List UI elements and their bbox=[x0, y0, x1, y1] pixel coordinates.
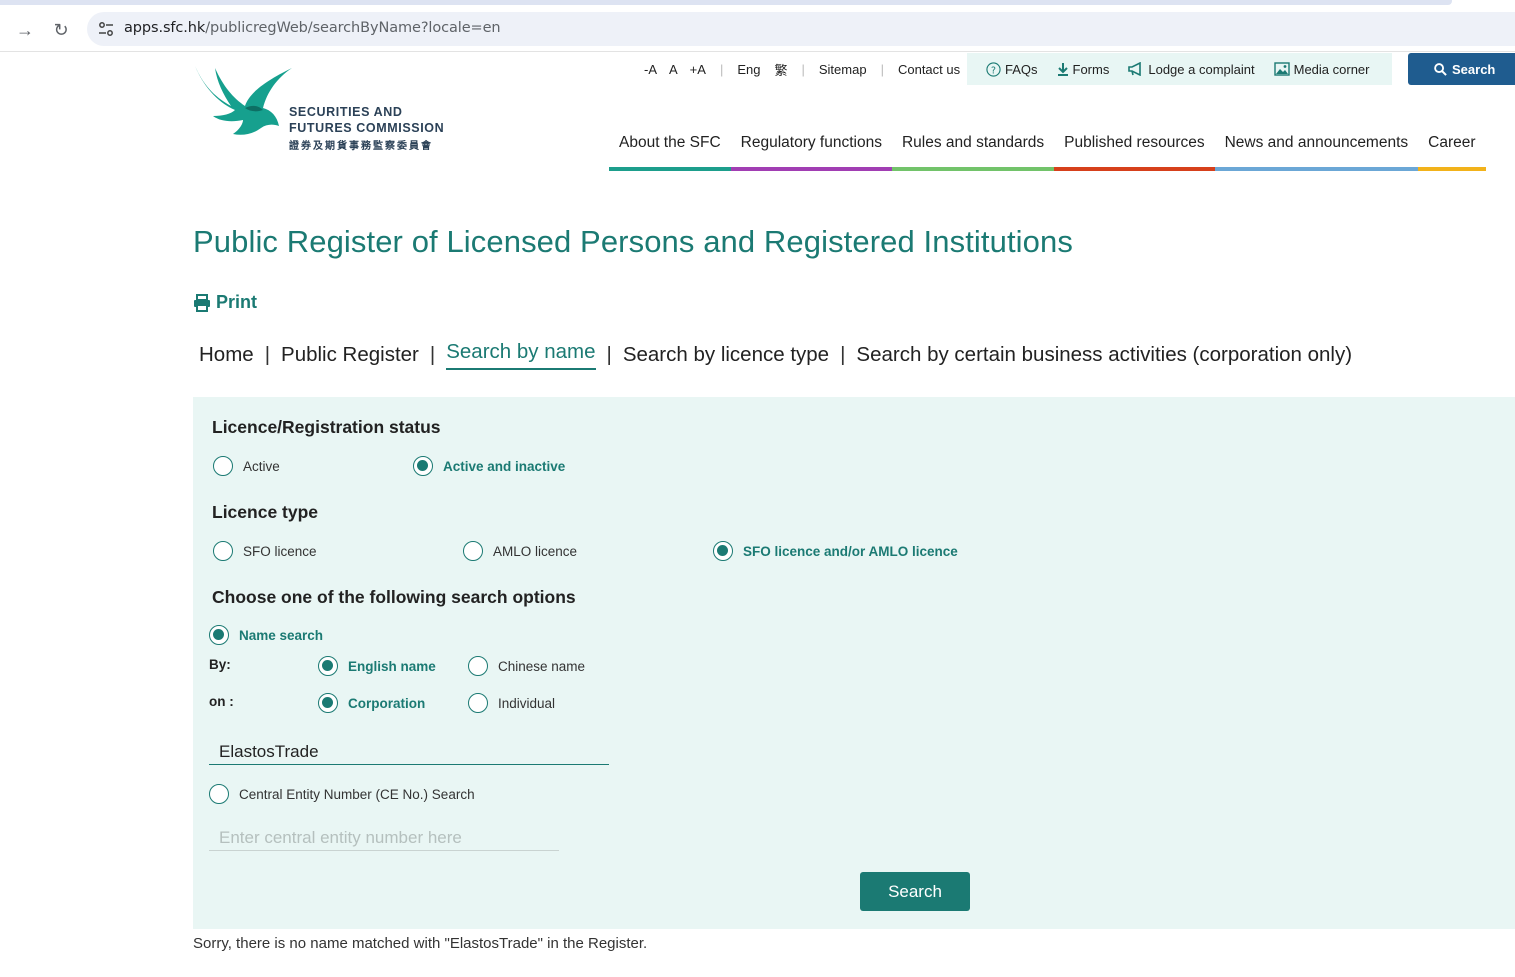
faqs-link[interactable]: ? FAQs bbox=[986, 62, 1038, 77]
radio-unchecked-icon bbox=[463, 541, 483, 561]
individual-radio[interactable]: Individual bbox=[468, 693, 555, 713]
main-nav-item[interactable]: Rules and standards bbox=[891, 128, 1055, 171]
nav-color-bar bbox=[609, 167, 731, 171]
ce-number-input[interactable] bbox=[209, 825, 559, 851]
main-nav-item[interactable]: News and announcements bbox=[1214, 128, 1419, 171]
no-result-message: Sorry, there is no name matched with "El… bbox=[193, 935, 648, 952]
forward-icon[interactable]: → bbox=[14, 19, 36, 41]
licence-amlo-radio[interactable]: AMLO licence bbox=[463, 541, 577, 561]
corporation-radio[interactable]: Corporation bbox=[318, 693, 425, 713]
main-navigation: About the SFC Regulatory functions Rules a… bbox=[609, 128, 1486, 171]
radio-unchecked-icon bbox=[213, 541, 233, 561]
nav-color-bar bbox=[730, 167, 892, 171]
print-link[interactable]: Print bbox=[193, 292, 257, 313]
name-search-input[interactable] bbox=[209, 739, 609, 765]
url-text: apps.sfc.hk/publicregWeb/searchByName?lo… bbox=[124, 20, 501, 36]
main-nav-item[interactable]: Career bbox=[1418, 128, 1486, 171]
image-icon bbox=[1273, 62, 1290, 76]
english-name-radio[interactable]: English name bbox=[318, 656, 436, 676]
radio-checked-icon bbox=[318, 693, 338, 713]
search-form-panel: Licence/Registration status Active Activ… bbox=[193, 397, 1515, 929]
header-search-button[interactable]: Search bbox=[1408, 53, 1515, 85]
logo-chinese-text: 證券及期貨事務監察委員會 bbox=[289, 141, 433, 152]
megaphone-icon bbox=[1128, 62, 1142, 76]
reload-icon[interactable]: ↻ bbox=[50, 19, 72, 41]
browser-toolbar: → ↻ apps.sfc.hk/publicregWeb/searchByNam… bbox=[0, 6, 1515, 52]
main-nav-item[interactable]: About the SFC bbox=[609, 128, 731, 171]
site-info-icon[interactable] bbox=[97, 20, 115, 38]
search-button[interactable]: Search bbox=[860, 872, 970, 911]
font-decrease-button[interactable]: -A bbox=[644, 62, 657, 77]
lodge-complaint-link[interactable]: Lodge a complaint bbox=[1128, 62, 1255, 77]
radio-checked-icon bbox=[318, 656, 338, 676]
tab-search-by-business-activities[interactable]: Search by certain business activities (c… bbox=[856, 343, 1352, 367]
tab-search-by-licence-type[interactable]: Search by licence type bbox=[623, 343, 829, 367]
name-search-radio[interactable]: Name search bbox=[209, 625, 323, 645]
help-circle-icon: ? bbox=[986, 61, 1001, 77]
sfc-logo[interactable]: SECURITIES AND FUTURES COMMISSION 證券及期貨事務… bbox=[193, 64, 463, 156]
nav-color-bar bbox=[1054, 167, 1215, 171]
breadcrumb-home[interactable]: Home bbox=[199, 343, 254, 367]
radio-checked-icon bbox=[413, 456, 433, 476]
search-options-heading: Choose one of the following search optio… bbox=[212, 587, 576, 607]
printer-icon bbox=[194, 293, 210, 312]
nav-color-bar bbox=[1418, 167, 1486, 171]
licence-sfo-radio[interactable]: SFO licence bbox=[213, 541, 317, 561]
page-title: Public Register of Licensed Persons and … bbox=[193, 224, 1073, 259]
sitemap-link[interactable]: Sitemap bbox=[819, 62, 867, 77]
quick-links-bar: ? FAQs Forms Lodge a complaint Media cor… bbox=[967, 53, 1392, 85]
ce-number-search-radio[interactable]: Central Entity Number (CE No.) Search bbox=[209, 784, 475, 804]
breadcrumb-public-register[interactable]: Public Register bbox=[281, 343, 419, 367]
radio-unchecked-icon bbox=[468, 656, 488, 676]
by-label: By: bbox=[209, 657, 231, 672]
status-active-radio[interactable]: Active bbox=[213, 456, 280, 476]
svg-text:?: ? bbox=[991, 65, 996, 76]
download-icon bbox=[1057, 63, 1068, 76]
licence-sfo-or-amlo-radio[interactable]: SFO licence and/or AMLO licence bbox=[713, 541, 958, 561]
radio-checked-icon bbox=[209, 625, 229, 645]
contact-us-link[interactable]: Contact us bbox=[898, 62, 960, 77]
status-heading: Licence/Registration status bbox=[212, 417, 441, 437]
utility-bar: -A A +A | Eng 繁 | Sitemap | Contact us bbox=[644, 60, 961, 79]
tab-search-by-name[interactable]: Search by name bbox=[446, 340, 596, 370]
eagle-logo-icon bbox=[195, 66, 292, 135]
radio-checked-icon bbox=[713, 541, 733, 561]
font-increase-button[interactable]: +A bbox=[690, 62, 706, 77]
forms-link[interactable]: Forms bbox=[1057, 62, 1109, 77]
nav-color-bar bbox=[891, 167, 1055, 171]
search-icon bbox=[1434, 62, 1447, 76]
nav-color-bar bbox=[1214, 167, 1419, 171]
logo-text: SECURITIES AND FUTURES COMMISSION bbox=[289, 105, 445, 135]
address-bar[interactable]: apps.sfc.hk/publicregWeb/searchByName?lo… bbox=[87, 12, 1515, 46]
on-label: on : bbox=[209, 694, 234, 709]
radio-unchecked-icon bbox=[209, 784, 229, 804]
chinese-name-radio[interactable]: Chinese name bbox=[468, 656, 585, 676]
lang-english-link[interactable]: Eng bbox=[737, 62, 760, 77]
lang-chinese-link[interactable]: 繁 bbox=[774, 60, 787, 79]
radio-unchecked-icon bbox=[213, 456, 233, 476]
status-active-inactive-radio[interactable]: Active and inactive bbox=[413, 456, 565, 476]
breadcrumb: Home | Public Register | Search by name … bbox=[199, 340, 1352, 370]
radio-unchecked-icon bbox=[468, 693, 488, 713]
main-nav-item[interactable]: Published resources bbox=[1054, 128, 1215, 171]
font-reset-button[interactable]: A bbox=[669, 62, 678, 77]
licence-type-heading: Licence type bbox=[212, 502, 319, 522]
main-nav-item[interactable]: Regulatory functions bbox=[730, 128, 892, 171]
media-corner-link[interactable]: Media corner bbox=[1273, 62, 1369, 77]
